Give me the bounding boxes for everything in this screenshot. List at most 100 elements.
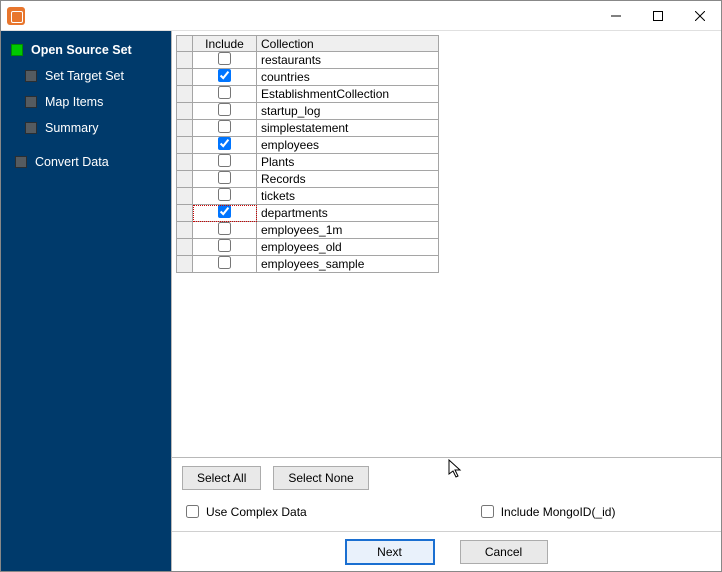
include-cell[interactable] (193, 52, 257, 69)
step-marker-icon (25, 96, 37, 108)
step-marker-active-icon (11, 44, 23, 56)
select-all-button[interactable]: Select All (182, 466, 261, 490)
include-checkbox[interactable] (218, 239, 231, 252)
include-checkbox[interactable] (218, 86, 231, 99)
collection-name-cell[interactable]: countries (257, 69, 439, 86)
collection-name-cell[interactable]: departments (257, 205, 439, 222)
include-cell[interactable] (193, 103, 257, 120)
table-row[interactable]: departments (177, 205, 439, 222)
step-marker-icon (25, 122, 37, 134)
wizard-sidebar: Open Source Set Set Target Set Map Items… (1, 31, 171, 571)
include-checkbox[interactable] (218, 69, 231, 82)
include-cell[interactable] (193, 171, 257, 188)
collection-name-cell[interactable]: employees_sample (257, 256, 439, 273)
table-row[interactable]: Records (177, 171, 439, 188)
nav-label: Set Target Set (45, 69, 124, 83)
include-cell[interactable] (193, 69, 257, 86)
table-row[interactable]: countries (177, 69, 439, 86)
row-header[interactable] (177, 52, 193, 69)
collection-name-cell[interactable]: employees_old (257, 239, 439, 256)
include-mongoid-checkbox[interactable]: Include MongoID(_id) (477, 502, 616, 521)
row-header[interactable] (177, 120, 193, 137)
nav-open-source-set[interactable]: Open Source Set (1, 37, 171, 63)
collections-table-frame: Include Collection restaurantscountriesE… (172, 31, 721, 457)
close-button[interactable] (679, 1, 721, 31)
row-header[interactable] (177, 86, 193, 103)
maximize-button[interactable] (637, 1, 679, 31)
include-cell[interactable] (193, 86, 257, 103)
table-row[interactable]: employees_sample (177, 256, 439, 273)
table-row[interactable]: restaurants (177, 52, 439, 69)
nav-map-items[interactable]: Map Items (1, 89, 171, 115)
use-complex-data-input[interactable] (186, 505, 199, 518)
row-header[interactable] (177, 239, 193, 256)
collection-name-cell[interactable]: startup_log (257, 103, 439, 120)
minimize-icon (611, 11, 621, 21)
minimize-button[interactable] (595, 1, 637, 31)
include-checkbox[interactable] (218, 205, 231, 218)
include-checkbox[interactable] (218, 222, 231, 235)
include-cell[interactable] (193, 188, 257, 205)
nav-label: Map Items (45, 95, 103, 109)
table-row[interactable]: startup_log (177, 103, 439, 120)
nav-summary[interactable]: Summary (1, 115, 171, 141)
select-none-button[interactable]: Select None (273, 466, 368, 490)
row-header[interactable] (177, 103, 193, 120)
collection-name-cell[interactable]: Records (257, 171, 439, 188)
table-row[interactable]: employees_old (177, 239, 439, 256)
row-header[interactable] (177, 154, 193, 171)
row-header[interactable] (177, 222, 193, 239)
table-row[interactable]: employees_1m (177, 222, 439, 239)
include-checkbox[interactable] (218, 171, 231, 184)
table-row[interactable]: simplestatement (177, 120, 439, 137)
include-checkbox[interactable] (218, 120, 231, 133)
collection-name-cell[interactable]: simplestatement (257, 120, 439, 137)
row-header[interactable] (177, 69, 193, 86)
include-checkbox[interactable] (218, 103, 231, 116)
footer-buttons: Next Cancel (172, 531, 721, 571)
include-checkbox[interactable] (218, 137, 231, 150)
include-cell[interactable] (193, 222, 257, 239)
use-complex-data-label: Use Complex Data (206, 505, 307, 519)
nav-convert-data[interactable]: Convert Data (1, 149, 171, 175)
row-header[interactable] (177, 171, 193, 188)
include-cell[interactable] (193, 205, 257, 222)
table-row[interactable]: tickets (177, 188, 439, 205)
row-header[interactable] (177, 205, 193, 222)
include-cell[interactable] (193, 256, 257, 273)
collection-name-cell[interactable]: tickets (257, 188, 439, 205)
include-cell[interactable] (193, 154, 257, 171)
collection-name-cell[interactable]: employees (257, 137, 439, 154)
row-header[interactable] (177, 188, 193, 205)
app-icon (7, 7, 25, 25)
table-row[interactable]: employees (177, 137, 439, 154)
collection-name-cell[interactable]: employees_1m (257, 222, 439, 239)
collections-table: Include Collection restaurantscountriesE… (176, 35, 439, 273)
include-cell[interactable] (193, 239, 257, 256)
table-row[interactable]: Plants (177, 154, 439, 171)
col-header-collection[interactable]: Collection (257, 36, 439, 52)
include-cell[interactable] (193, 120, 257, 137)
include-cell[interactable] (193, 137, 257, 154)
table-row[interactable]: EstablishmentCollection (177, 86, 439, 103)
include-mongoid-input[interactable] (481, 505, 494, 518)
cancel-button[interactable]: Cancel (460, 540, 548, 564)
row-header[interactable] (177, 137, 193, 154)
close-icon (695, 11, 705, 21)
row-header[interactable] (177, 256, 193, 273)
next-button[interactable]: Next (346, 540, 434, 564)
col-header-include[interactable]: Include (193, 36, 257, 52)
step-marker-icon (15, 156, 27, 168)
collection-name-cell[interactable]: EstablishmentCollection (257, 86, 439, 103)
use-complex-data-checkbox[interactable]: Use Complex Data (182, 502, 307, 521)
collection-name-cell[interactable]: Plants (257, 154, 439, 171)
include-checkbox[interactable] (218, 52, 231, 65)
nav-label: Open Source Set (31, 43, 132, 57)
collection-name-cell[interactable]: restaurants (257, 52, 439, 69)
row-header-corner (177, 36, 193, 52)
nav-set-target-set[interactable]: Set Target Set (1, 63, 171, 89)
lower-panel: Select All Select None Use Complex Data … (172, 457, 721, 531)
include-checkbox[interactable] (218, 188, 231, 201)
include-checkbox[interactable] (218, 256, 231, 269)
include-checkbox[interactable] (218, 154, 231, 167)
